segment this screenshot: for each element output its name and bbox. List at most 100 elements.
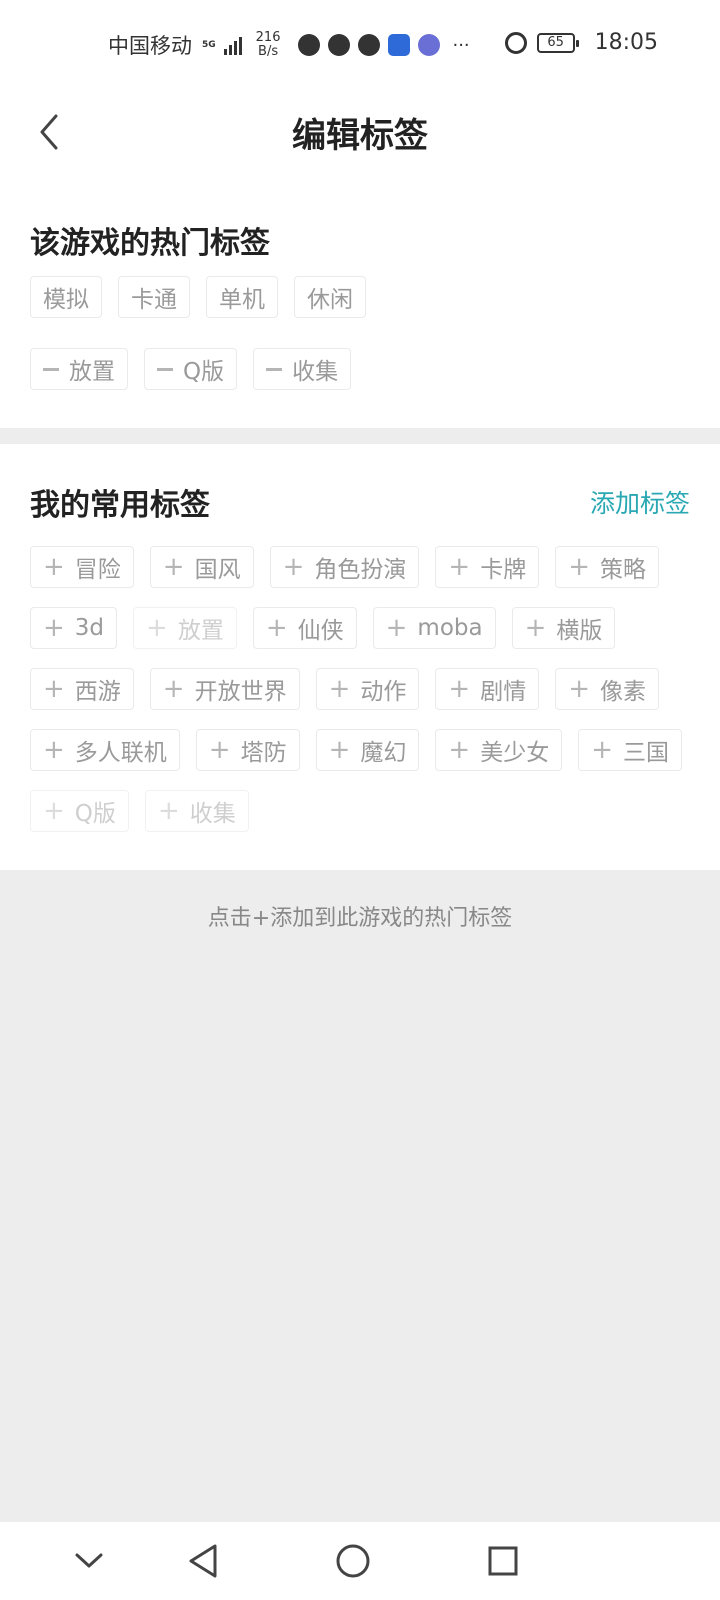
tag-label: 收集 bbox=[189, 801, 236, 827]
common-tag[interactable]: + 像素 bbox=[555, 668, 659, 710]
common-tag[interactable]: + 美少女 bbox=[435, 729, 563, 771]
tag-label: 三国 bbox=[622, 740, 669, 766]
common-tag[interactable]: + 国风 bbox=[149, 546, 254, 588]
notification-icons: ··· bbox=[298, 34, 470, 56]
hot-tags-removable-row: 放置 Q版 收集 bbox=[30, 348, 352, 390]
plus-icon: + bbox=[43, 613, 65, 643]
common-tag[interactable]: + 三国 bbox=[578, 729, 682, 771]
hot-tags-title: 该游戏的热门标签 bbox=[30, 226, 270, 261]
shield-icon bbox=[328, 34, 351, 56]
minus-icon bbox=[157, 367, 173, 371]
tag-label: 收集 bbox=[292, 359, 339, 385]
tag-label: 剧情 bbox=[480, 679, 527, 705]
nav-recent-button[interactable] bbox=[480, 1538, 526, 1584]
section-divider bbox=[0, 428, 720, 444]
common-tag[interactable]: + 剧情 bbox=[435, 668, 540, 710]
tag-label: 放置 bbox=[69, 359, 115, 385]
tag-label: 冒险 bbox=[74, 557, 121, 583]
minus-icon bbox=[266, 367, 283, 371]
common-tag[interactable]: + 魔幻 bbox=[315, 729, 420, 771]
alarm-icon bbox=[504, 31, 527, 54]
lightbulb-icon bbox=[388, 34, 411, 56]
tag-label: Q版 bbox=[74, 801, 116, 827]
tag-label: moba bbox=[417, 615, 483, 641]
add-tag-link[interactable]: 添加标签 bbox=[590, 484, 690, 520]
common-tag[interactable]: + Q版 bbox=[30, 790, 129, 832]
nav-collapse-button[interactable] bbox=[66, 1538, 112, 1584]
hot-tag[interactable]: 休闲 bbox=[294, 276, 366, 318]
plus-icon: + bbox=[448, 735, 471, 765]
tag-label: 横版 bbox=[556, 618, 603, 644]
common-tag[interactable]: + 收集 bbox=[144, 790, 249, 832]
plus-icon: + bbox=[328, 674, 351, 704]
common-tag[interactable]: + 开放世界 bbox=[149, 668, 300, 710]
hot-tag[interactable]: 卡通 bbox=[118, 276, 190, 318]
tag-label: 国风 bbox=[194, 557, 241, 583]
common-tags-grid: + 冒险 + 国风 + 角色扮演 + 卡牌 + 策略 +3d + 放置 + 仙侠 + moba + 横版 + 西游 + 开放… bbox=[30, 546, 700, 832]
plus-icon: + bbox=[385, 613, 408, 643]
circle-home-icon bbox=[336, 1544, 370, 1578]
plus-icon: + bbox=[591, 735, 613, 765]
battery-icon: 65 bbox=[536, 32, 579, 53]
hot-tags-section: 该游戏的热门标签 模拟 卡通 单机 休闲 放置 Q版 收集 bbox=[0, 170, 720, 428]
tag-label: 角色扮演 bbox=[314, 557, 407, 583]
music-icon bbox=[418, 34, 441, 56]
hint-text: 点击+添加到此游戏的热门标签 bbox=[207, 906, 513, 931]
plus-icon: + bbox=[448, 552, 471, 582]
common-tag[interactable]: + 卡牌 bbox=[435, 546, 540, 588]
tag-label: 像素 bbox=[599, 679, 646, 705]
hot-tag[interactable]: 模拟 bbox=[30, 276, 102, 318]
plus-icon: + bbox=[208, 735, 231, 765]
removable-hot-tag[interactable]: 收集 bbox=[253, 348, 352, 390]
common-tag[interactable]: +3d bbox=[30, 607, 118, 649]
tag-label: 卡通 bbox=[131, 287, 177, 313]
tag-label: 魔幻 bbox=[360, 740, 407, 766]
tag-label: 单机 bbox=[219, 287, 265, 313]
plus-icon: + bbox=[162, 552, 185, 582]
tag-label: 开放世界 bbox=[194, 679, 287, 705]
chevron-down-icon bbox=[75, 1553, 103, 1568]
common-tag[interactable]: + moba bbox=[372, 607, 496, 649]
common-tag[interactable]: + 多人联机 bbox=[30, 729, 180, 771]
signal-icon bbox=[223, 35, 242, 55]
triangle-back-icon bbox=[189, 1544, 217, 1578]
tag-label: 美少女 bbox=[480, 740, 550, 766]
network-badge: 5G bbox=[202, 39, 216, 50]
minus-icon bbox=[43, 367, 59, 371]
more-notifications-icon: ··· bbox=[452, 34, 470, 56]
plus-icon: + bbox=[265, 613, 288, 643]
common-tag[interactable]: + 横版 bbox=[511, 607, 616, 649]
nav-home-button[interactable] bbox=[330, 1538, 376, 1584]
plus-icon: + bbox=[146, 613, 168, 643]
removable-hot-tag[interactable]: Q版 bbox=[144, 348, 238, 390]
plus-icon: + bbox=[43, 735, 65, 765]
net-speed-value: 216 bbox=[255, 30, 281, 45]
common-tag[interactable]: + 塔防 bbox=[195, 729, 300, 771]
status-right: 65 18:05 bbox=[504, 30, 658, 55]
plus-icon: + bbox=[43, 552, 65, 582]
plus-icon: + bbox=[328, 735, 351, 765]
common-tag[interactable]: + 策略 bbox=[555, 546, 659, 588]
tag-label: Q版 bbox=[183, 359, 225, 385]
wechat-icon bbox=[358, 34, 381, 56]
hot-tags-fixed-row: 模拟 卡通 单机 休闲 bbox=[30, 276, 366, 318]
removable-hot-tag[interactable]: 放置 bbox=[30, 348, 128, 390]
tag-label: 西游 bbox=[74, 679, 121, 705]
common-tag[interactable]: + 角色扮演 bbox=[269, 546, 420, 588]
common-tag[interactable]: + 西游 bbox=[30, 668, 134, 710]
common-tag[interactable]: + 冒险 bbox=[30, 546, 134, 588]
tag-label: 动作 bbox=[360, 679, 407, 705]
tag-label: 放置 bbox=[177, 618, 224, 644]
common-tag[interactable]: + 放置 bbox=[133, 607, 237, 649]
carrier-name: 中国移动 bbox=[108, 34, 192, 58]
common-tag[interactable]: + 动作 bbox=[315, 668, 420, 710]
nav-back-button[interactable] bbox=[180, 1538, 226, 1584]
plus-icon: + bbox=[568, 552, 590, 582]
common-tag[interactable]: + 仙侠 bbox=[252, 607, 357, 649]
plus-icon: + bbox=[162, 674, 185, 704]
tag-label: 模拟 bbox=[43, 287, 89, 313]
battery-level: 65 bbox=[547, 34, 564, 50]
tag-label: 3d bbox=[74, 615, 105, 641]
plus-icon: + bbox=[448, 674, 471, 704]
hot-tag[interactable]: 单机 bbox=[206, 276, 278, 318]
